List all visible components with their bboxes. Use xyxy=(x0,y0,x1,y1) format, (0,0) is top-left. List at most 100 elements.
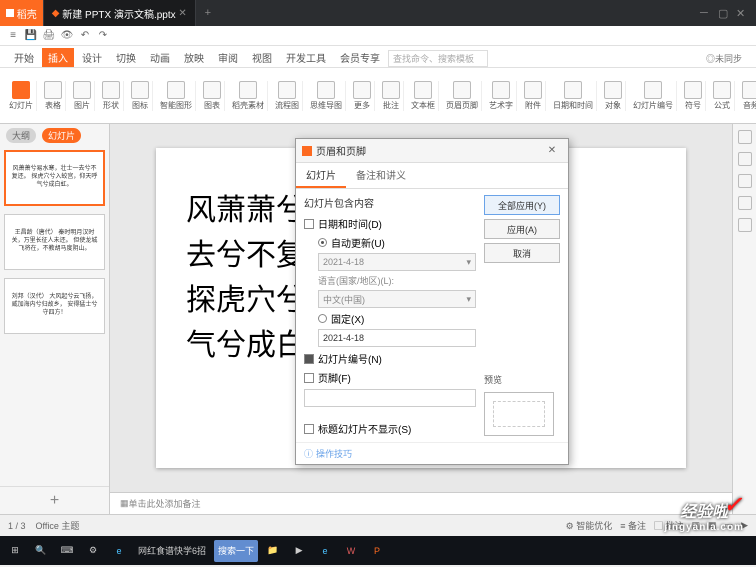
window-close[interactable]: ✕ xyxy=(736,7,748,19)
slide-thumb[interactable]: 刘邦（汉代） 大风起兮云飞扬，威加海内兮归故乡， 安得猛士兮守四方！ xyxy=(4,278,105,334)
add-slide-button[interactable]: + xyxy=(0,486,109,514)
ribbon-group[interactable]: 图表 xyxy=(200,81,225,111)
preview-box xyxy=(484,392,554,436)
ribbon-tab-active[interactable]: 插入 xyxy=(42,48,74,67)
preview-icon[interactable]: 👁 xyxy=(60,29,74,43)
window-maximize[interactable]: ▢ xyxy=(718,7,730,19)
ribbon-group[interactable]: 幻灯片编号 xyxy=(630,81,677,111)
slides-tab[interactable]: 幻灯片 xyxy=(42,128,81,143)
ribbon-tab[interactable]: 开发工具 xyxy=(280,48,332,67)
rbar-icon[interactable] xyxy=(738,174,752,188)
dialog-tab-notes[interactable]: 备注和讲义 xyxy=(346,163,416,188)
smart-button[interactable]: ⚙ 智能优化 xyxy=(566,519,613,532)
ribbon-group[interactable]: 流程图 xyxy=(272,81,303,111)
search-icon[interactable]: 🔍 xyxy=(30,540,52,562)
fixed-radio[interactable]: 固定(X) xyxy=(318,311,476,326)
redo-icon[interactable]: ↷ xyxy=(96,29,110,43)
notes-pane[interactable]: ▦ 单击此处添加备注 xyxy=(110,492,732,514)
hide-title-checkbox[interactable]: 标题幻灯片不显示(S) xyxy=(304,421,476,436)
ribbon-tab[interactable]: 会员专享 xyxy=(334,48,386,67)
save-icon[interactable]: 💾 xyxy=(24,29,38,43)
ribbon-tab[interactable]: 动画 xyxy=(144,48,176,67)
command-search[interactable]: 查找命令、搜索模板 xyxy=(388,50,488,67)
rbar-icon[interactable] xyxy=(738,196,752,210)
ribbon-tab[interactable]: 开始 xyxy=(8,48,40,67)
footer-input[interactable] xyxy=(304,389,476,407)
rbar-icon[interactable] xyxy=(738,218,752,232)
ribbon-group[interactable]: 智能图形 xyxy=(157,81,196,111)
ribbon-tab[interactable]: 切换 xyxy=(110,48,142,67)
ribbon-group[interactable]: 日期和时间 xyxy=(550,81,597,111)
wps-w-icon[interactable]: W xyxy=(340,540,362,562)
ribbon-group[interactable]: 符号 xyxy=(681,81,706,111)
fixed-date-input[interactable]: 2021-4-18 xyxy=(318,329,476,347)
ribbon-group[interactable]: 图标 xyxy=(128,81,153,111)
ribbon-tab[interactable]: 视图 xyxy=(246,48,278,67)
print-icon[interactable]: 🖨 xyxy=(42,29,56,43)
thumbnail-list: 风萧萧兮易水寒，壮士一去兮不复还。 探虎穴兮入蛟宫，仰天呼气兮成白虹。 王昌龄（… xyxy=(0,146,109,486)
footer-checkbox[interactable]: 页脚(F) xyxy=(304,370,476,385)
auto-update-radio[interactable]: 自动更新(U) xyxy=(318,235,476,250)
taskview-icon[interactable]: ⌨ xyxy=(56,540,78,562)
explorer-icon[interactable]: 📁 xyxy=(262,540,284,562)
sync-status[interactable]: ◎未同步 xyxy=(700,50,748,67)
cancel-button[interactable]: 取消 xyxy=(484,243,560,263)
ribbon-group[interactable]: 文本框 xyxy=(408,81,439,111)
browser-icon[interactable]: e xyxy=(314,540,336,562)
ribbon-group[interactable]: 表格 xyxy=(41,81,66,111)
ribbon-group[interactable]: 艺术字 xyxy=(486,81,517,111)
outline-tab[interactable]: 大纲 xyxy=(6,128,36,143)
ribbon-tab[interactable]: 审阅 xyxy=(212,48,244,67)
ribbon-group[interactable]: 图片 xyxy=(70,81,95,111)
wps-p-icon[interactable]: P xyxy=(366,540,388,562)
header-footer-dialog: 页眉和页脚 ✕ 幻灯片 备注和讲义 幻灯片包含内容 日期和时间(D) 自动更新(… xyxy=(295,138,569,465)
slide-thumb[interactable]: 王昌龄（唐代） 秦时明月汉时关，万里长征人未还。 但使龙城飞将在，不教胡马度阴山… xyxy=(4,214,105,270)
ribbon-group[interactable]: 对象 xyxy=(601,81,626,111)
edge-icon[interactable]: e xyxy=(108,540,130,562)
notes-button[interactable]: ≡ 备注 xyxy=(620,519,646,532)
ribbon-group[interactable]: 页眉页脚 xyxy=(443,81,482,111)
lang-dropdown[interactable]: 中文(中国)▾ xyxy=(318,290,476,308)
ribbon-group[interactable]: 公式 xyxy=(710,81,735,111)
ribbon-tabs: 开始 插入 设计 切换 动画 放映 审阅 视图 开发工具 会员专享 查找命令、搜… xyxy=(0,46,756,68)
home-tab[interactable]: 稻壳 xyxy=(0,0,44,26)
preview-label: 预览 xyxy=(484,373,560,386)
rbar-icon[interactable] xyxy=(738,130,752,144)
ribbon-group[interactable]: 批注 xyxy=(379,81,404,111)
ribbon-group[interactable]: 形状 xyxy=(99,81,124,111)
start-button[interactable]: ⊞ xyxy=(4,540,26,562)
ribbon-group[interactable]: 思维导图 xyxy=(307,81,346,111)
dialog-titlebar: 页眉和页脚 ✕ xyxy=(296,139,568,163)
undo-icon[interactable]: ↶ xyxy=(78,29,92,43)
new-tab-button[interactable]: + xyxy=(196,7,220,19)
dialog-close-button[interactable]: ✕ xyxy=(542,145,562,156)
ribbon-tab[interactable]: 设计 xyxy=(76,48,108,67)
right-toolbar xyxy=(732,124,756,514)
tips-link[interactable]: ⓘ 操作技巧 xyxy=(304,447,560,460)
ribbon-group[interactable]: 附件 xyxy=(521,81,546,111)
ribbon-group[interactable]: 幻灯片 xyxy=(6,81,37,111)
ribbon-group[interactable]: 音频 xyxy=(739,81,756,111)
datetime-checkbox[interactable]: 日期和时间(D) xyxy=(304,216,476,231)
taskbar-app-icon[interactable]: ▶ xyxy=(288,540,310,562)
apply-all-button[interactable]: 全部应用(Y) xyxy=(484,195,560,215)
search-button[interactable]: 搜索一下 xyxy=(214,540,258,562)
apply-button[interactable]: 应用(A) xyxy=(484,219,560,239)
ribbon: 幻灯片 表格 图片 形状 图标 智能图形 图表 稻壳素材 流程图 思维导图 更多… xyxy=(0,68,756,124)
rbar-icon[interactable] xyxy=(738,152,752,166)
ribbon-group[interactable]: 稻壳素材 xyxy=(229,81,268,111)
menu-icon[interactable]: ≡ xyxy=(6,29,20,43)
slidenum-checkbox[interactable]: 幻灯片编号(N) xyxy=(304,351,476,366)
settings-icon[interactable]: ⚙ xyxy=(82,540,104,562)
document-tab[interactable]: ◆ 新建 PPTX 演示文稿.pptx ✕ xyxy=(44,0,196,26)
check-icon: ✓ xyxy=(724,492,742,518)
lang-label: 语言(国家/地区)(L): xyxy=(318,274,476,287)
news-widget[interactable]: 网红食谱快学6招 xyxy=(134,540,210,562)
dialog-tab-slide[interactable]: 幻灯片 xyxy=(296,163,346,188)
ribbon-tab[interactable]: 放映 xyxy=(178,48,210,67)
app-icon xyxy=(302,146,312,156)
slide-thumb[interactable]: 风萧萧兮易水寒，壮士一去兮不复还。 探虎穴兮入蛟宫，仰天呼气兮成白虹。 xyxy=(4,150,105,206)
ribbon-group[interactable]: 更多 xyxy=(350,81,375,111)
window-minimize[interactable]: ─ xyxy=(700,7,712,19)
date-dropdown[interactable]: 2021-4-18▾ xyxy=(318,253,476,271)
